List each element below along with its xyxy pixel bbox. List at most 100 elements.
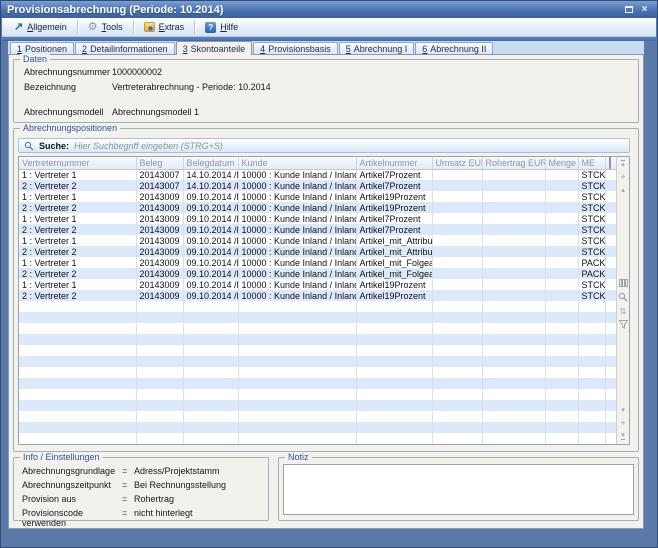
toolbar-button-hilfe[interactable]: ?Hilfe [197,19,246,35]
info-row: Abrechnungsgrundlage = Adress/Projektsta… [22,466,264,477]
empty-cell [136,389,183,400]
table-row[interactable]: 2 : Vertreter 22014300909.10.2014 /Do100… [19,290,620,301]
cell-kunde: 10000 : Kunde Inland / Inlandsort [238,268,356,279]
sort-icon[interactable]: ⇅ [620,307,627,315]
empty-cell [432,411,482,422]
toolbar-button-allgemein[interactable]: ↗Allgemein [6,19,75,35]
cell-artikel: Artikel7Prozent [356,213,432,224]
empty-cell [356,411,432,422]
cell-kunde: 10000 : Kunde Inland / Inlandsort [238,202,356,213]
table-row[interactable]: 1 : Vertreter 12014300909.10.2014 /Do100… [19,279,620,290]
column-header-rohertrag-eur[interactable]: Rohertrag EUR [482,157,545,169]
empty-cell [432,367,482,378]
column-header-umsatz-eur[interactable]: Umsatz EUR [432,157,482,169]
cell-umsatz [432,169,482,180]
empty-cell [136,312,183,323]
tab-label: Detailinformationen [90,44,168,54]
tab-label: Skontoanteile [191,44,246,54]
empty-cell [19,334,136,345]
column-header-kunde[interactable]: Kunde [238,157,356,169]
table-row[interactable]: 1 : Vertreter 12014300909.10.2014 /Do100… [19,213,620,224]
empty-cell [136,422,183,433]
toolbar-separator [194,20,195,34]
empty-row [19,367,620,378]
empty-cell [136,411,183,422]
empty-cell [356,356,432,367]
cell-artikel: Artikel19Prozent [356,191,432,202]
tab-skontoanteile[interactable]: 3Skontoanteile [176,41,253,55]
table-row[interactable]: 2 : Vertreter 22014300909.10.2014 /Do100… [19,246,620,257]
app-window: Provisionsabrechnung (Periode: 10.2014) … [0,0,658,548]
table-row[interactable]: 2 : Vertreter 22014300909.10.2014 /Do100… [19,268,620,279]
cell-vertreter: 1 : Vertreter 1 [19,191,136,202]
empty-cell [545,389,578,400]
search-input[interactable] [74,141,624,151]
empty-cell [136,367,183,378]
empty-cell [432,312,482,323]
empty-cell [136,301,183,312]
cell-artikel: Artikel19Prozent [356,290,432,301]
column-header-beleg[interactable]: Beleg [136,157,183,169]
info-row: Abrechnungszeitpunkt = Bei Rechnungsstel… [22,480,264,491]
table-row[interactable]: 2 : Vertreter 22014300714.10.2014 /Di100… [19,180,620,191]
empty-cell [183,356,238,367]
tab-label: Positionen [25,44,67,54]
cell-datum: 09.10.2014 /Do [183,235,238,246]
cell-rohertrag [482,257,545,268]
empty-cell [578,301,605,312]
table-row[interactable]: 1 : Vertreter 12014300909.10.2014 /Do100… [19,257,620,268]
titlebar[interactable]: Provisionsabrechnung (Periode: 10.2014) … [1,1,657,18]
columns-icon[interactable] [619,279,628,287]
column-header-belegdatum[interactable]: Belegdatum [183,157,238,169]
empty-cell [545,334,578,345]
scroll-up-icon[interactable]: ▴ [621,186,625,194]
cell-menge [545,268,578,279]
empty-cell [19,389,136,400]
table-row[interactable]: 2 : Vertreter 22014300909.10.2014 /Do100… [19,224,620,235]
scroll-bottom-icon[interactable]: ▾ [621,432,625,440]
search-icon[interactable] [618,292,628,302]
notiz-group-title: Notiz [285,452,312,462]
empty-cell [578,345,605,356]
empty-row [19,411,620,422]
scroll-down-icon[interactable]: ▾ [621,406,625,414]
cell-rohertrag [482,191,545,202]
filter-icon[interactable] [619,320,628,329]
close-button[interactable]: × [638,4,651,16]
table-row[interactable]: 1 : Vertreter 12014300714.10.2014 /Di100… [19,169,620,180]
cell-umsatz [432,257,482,268]
search-bar: Suche: [18,138,630,153]
table-row[interactable]: 2 : Vertreter 22014300909.10.2014 /Do100… [19,202,620,213]
column-header-menge[interactable]: Menge [545,157,578,169]
cell-kunde: 10000 : Kunde Inland / Inlandsort [238,279,356,290]
info-row: Provisionscode verwenden = nicht hinterl… [22,508,264,519]
add-icon[interactable]: + [620,173,625,181]
positionen-group-title: Abrechnungspositionen [20,123,120,133]
empty-cell [356,367,432,378]
empty-row [19,312,620,323]
tab-label: Abrechnung I [354,44,408,54]
add-icon[interactable]: + [620,419,625,427]
maximize-button[interactable] [622,4,635,16]
toolbar-button-extras[interactable]: Extras [136,19,193,35]
empty-cell [432,323,482,334]
empty-row [19,433,620,444]
extras-icon [144,22,155,32]
scroll-top-icon[interactable]: ▴ [621,160,625,168]
empty-cell [578,334,605,345]
column-header-artikelnummer[interactable]: Artikelnummer [356,157,432,169]
cell-datum: 09.10.2014 /Do [183,279,238,290]
toolbar-button-tools[interactable]: ⚙Tools [80,19,131,35]
table-row[interactable]: 1 : Vertreter 12014300909.10.2014 /Do100… [19,191,620,202]
column-header-vertreternummer[interactable]: Vertreternummer [19,157,136,169]
cell-artikel: Artikel19Prozent [356,202,432,213]
empty-cell [578,422,605,433]
table-header-row: VertreternummerBelegBelegdatumKundeArtik… [19,157,620,169]
cell-vertreter: 1 : Vertreter 1 [19,257,136,268]
tab-accelerator: 2 [82,44,87,54]
column-header-me[interactable]: ME [578,157,605,169]
notiz-textarea[interactable] [283,464,634,515]
table-row[interactable]: 1 : Vertreter 12014300909.10.2014 /Do100… [19,235,620,246]
empty-cell [482,433,545,444]
empty-cell [356,433,432,444]
